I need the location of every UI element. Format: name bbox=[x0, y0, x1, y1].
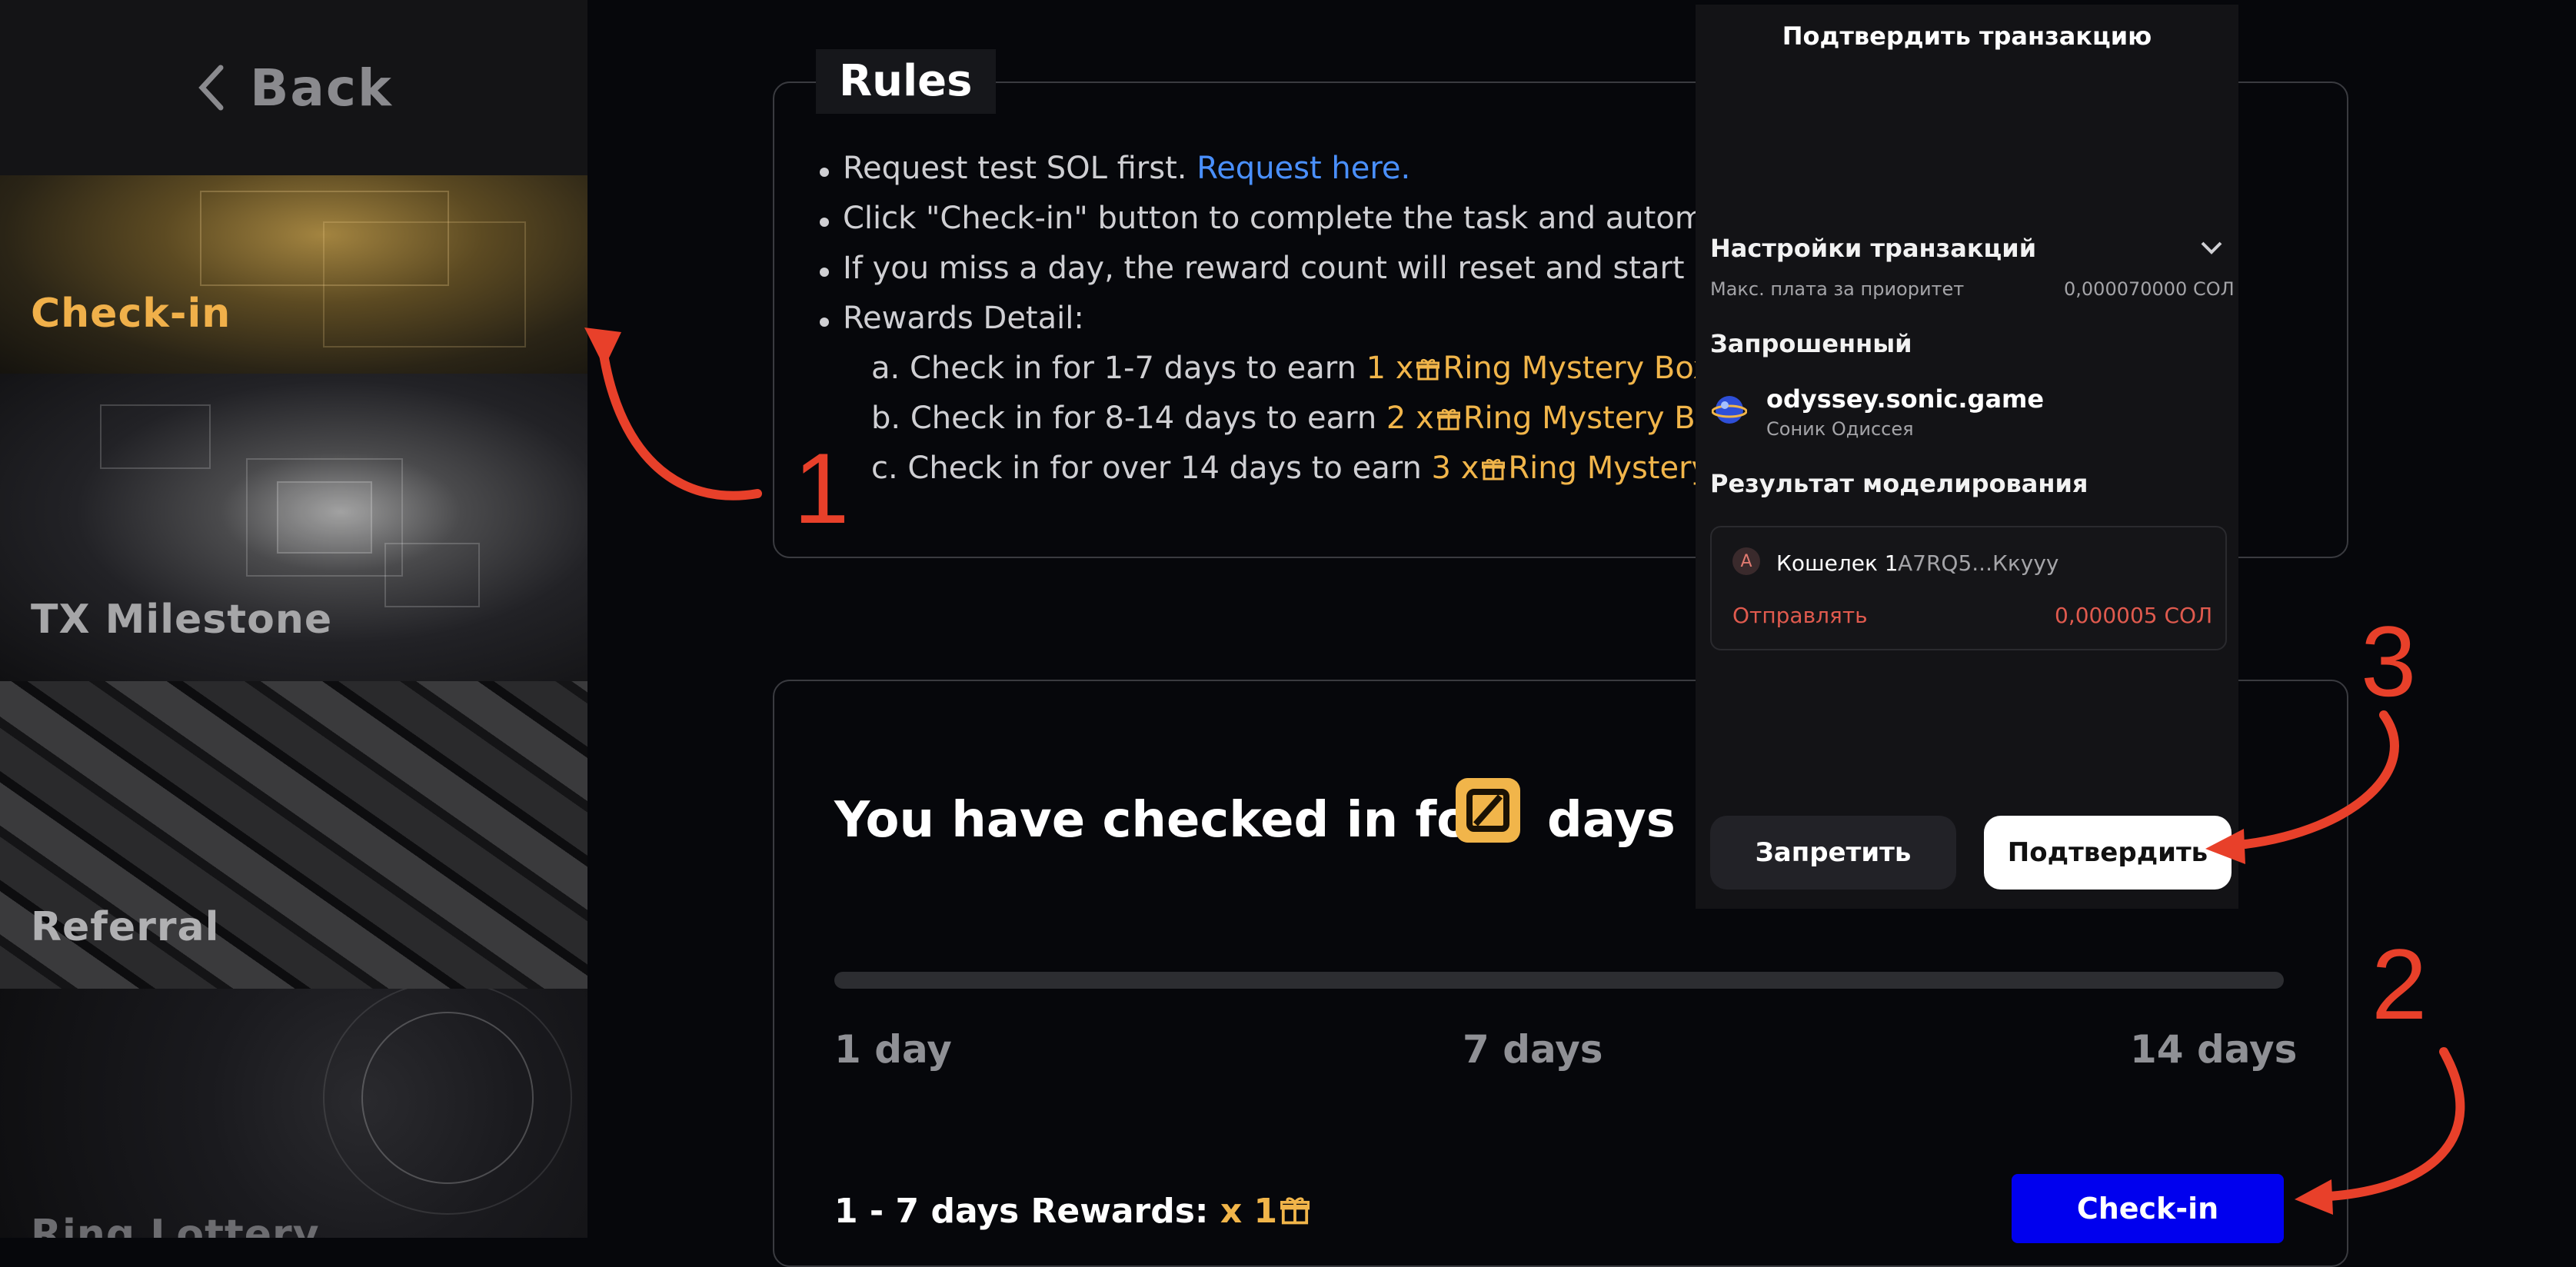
checkin-progress-bar bbox=[834, 972, 2284, 989]
sidebar-item-label: Referral bbox=[31, 904, 220, 950]
checkin-count-badge: 0 bbox=[1456, 778, 1520, 843]
days-text: days bbox=[1547, 792, 1676, 849]
site-subtitle: Соник Одиссея bbox=[1766, 418, 1914, 440]
reward-detail: a. Check in for 1-7 days to earn 1 x Ring… bbox=[871, 351, 1721, 386]
progress-tick: 7 days bbox=[1463, 1027, 1603, 1072]
rule-item: Click "Check-in" button to complete the … bbox=[820, 201, 1745, 236]
wallet-address: A7RQ5...Ккууу bbox=[1898, 550, 2059, 576]
send-label: Отправлять bbox=[1732, 603, 1868, 628]
chevron-left-icon bbox=[198, 65, 224, 111]
reward-count: 2 x bbox=[1386, 401, 1434, 436]
priority-fee-label: Макс. плата за приоритет bbox=[1710, 278, 1965, 300]
reward-detail-text: b. Check in for 8-14 days to earn bbox=[871, 401, 1386, 436]
rewards-value: x 1 bbox=[1220, 1192, 1278, 1231]
rule-item: Request test SOL first. Request here. bbox=[820, 151, 1410, 186]
back-button[interactable]: Back bbox=[0, 0, 587, 175]
sidebar-item-label: Ring Lottery bbox=[31, 1212, 320, 1238]
gift-icon bbox=[1280, 1197, 1310, 1225]
reward-detail: b. Check in for 8-14 days to earn 2 x Rin… bbox=[871, 401, 1776, 436]
requested-label: Запрошенный bbox=[1710, 329, 1912, 358]
sidebar: Back Check-in TX Milestone Referral Ring… bbox=[0, 0, 587, 1238]
confirm-button[interactable]: Подтвердить bbox=[1984, 816, 2232, 890]
annotation-number-1: 1 bbox=[794, 432, 850, 544]
send-amount: 0,000005 СОЛ bbox=[2055, 603, 2213, 628]
back-label: Back bbox=[250, 58, 393, 118]
rules-title: Rules bbox=[816, 49, 996, 114]
rule-text: Rewards Detail: bbox=[843, 301, 1084, 336]
reward-detail: c. Check in for over 14 days to earn 3 x… bbox=[871, 451, 1795, 486]
progress-tick: 1 day bbox=[834, 1027, 952, 1072]
checked-in-text: You have checked in for bbox=[834, 792, 1495, 849]
reward-count: 3 x bbox=[1431, 451, 1479, 486]
sidebar-item-check-in[interactable]: Check-in bbox=[0, 175, 587, 374]
transaction-settings-label[interactable]: Настройки транзакций bbox=[1710, 234, 2036, 263]
rewards-row: 1 - 7 days Rewards: x 1 bbox=[834, 1192, 1313, 1231]
reward-detail-text: c. Check in for over 14 days to earn bbox=[871, 451, 1432, 486]
rule-text: Click "Check-in" button to complete the … bbox=[843, 201, 1745, 236]
sidebar-item-tx-milestone[interactable]: TX Milestone bbox=[0, 374, 587, 681]
wallet-avatar: A bbox=[1732, 547, 1760, 575]
request-link[interactable]: Request here. bbox=[1196, 151, 1410, 186]
simulation-result-label: Результат моделирования bbox=[1710, 469, 2088, 498]
progress-tick: 14 days bbox=[2130, 1027, 2298, 1072]
simulation-result-box bbox=[1710, 526, 2227, 650]
site-name: odyssey.sonic.game bbox=[1766, 384, 2045, 414]
sidebar-item-label: Check-in bbox=[31, 291, 231, 337]
rule-item: Rewards Detail: bbox=[820, 301, 1084, 336]
rule-text: Request test SOL first. bbox=[843, 151, 1197, 186]
reward-detail-text: a. Check in for 1-7 days to earn bbox=[871, 351, 1366, 386]
site-logo-icon bbox=[1712, 396, 1747, 424]
popup-title: Подтвердить транзакцию bbox=[1782, 22, 2152, 51]
gift-icon bbox=[1416, 358, 1440, 381]
deny-button[interactable]: Запретить bbox=[1710, 816, 1956, 890]
reward-item: Ring Mystery Box bbox=[1443, 351, 1712, 386]
check-in-button[interactable]: Check-in bbox=[2012, 1174, 2284, 1243]
priority-fee-value: 0,000070000 СОЛ bbox=[2064, 278, 2235, 300]
sidebar-item-referral[interactable]: Referral bbox=[0, 681, 587, 989]
sidebar-item-label: TX Milestone bbox=[31, 597, 333, 643]
gift-icon bbox=[1436, 408, 1460, 431]
chevron-down-icon[interactable] bbox=[2199, 238, 2224, 257]
rule-item: If you miss a day, the reward count will… bbox=[820, 251, 1770, 286]
wallet-name: Кошелек 1 bbox=[1776, 550, 1899, 576]
rewards-label: 1 - 7 days Rewards: bbox=[834, 1192, 1209, 1231]
gift-icon bbox=[1482, 458, 1506, 481]
sidebar-item-ring-lottery[interactable]: Ring Lottery bbox=[0, 989, 587, 1238]
annotation-number-2: 2 bbox=[2371, 928, 2428, 1040]
rule-text: If you miss a day, the reward count will… bbox=[843, 251, 1770, 286]
reward-count: 1 x bbox=[1366, 351, 1414, 386]
annotation-number-3: 3 bbox=[2361, 605, 2417, 717]
wallet-confirm-popup bbox=[1696, 5, 2238, 909]
